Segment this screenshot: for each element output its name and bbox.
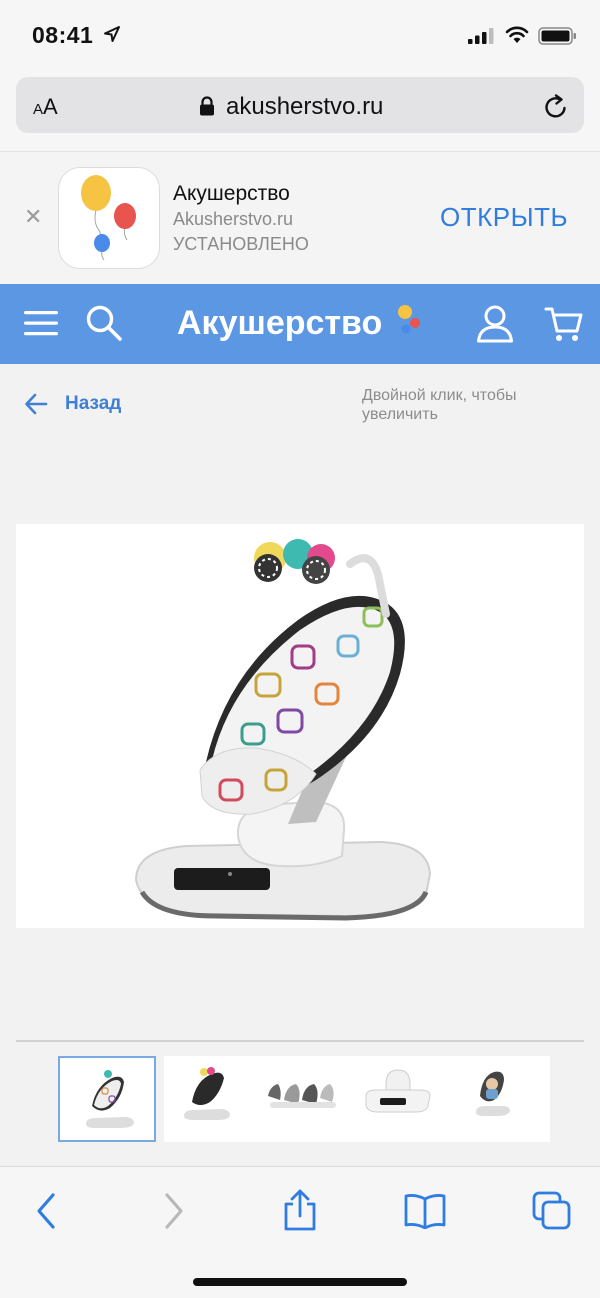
back-arrow-icon[interactable] — [24, 392, 48, 416]
thumbnail-swing-colors[interactable] — [260, 1056, 358, 1142]
back-label[interactable]: Назад — [65, 393, 121, 415]
user-account-icon[interactable] — [476, 304, 514, 344]
battery-icon — [538, 27, 576, 45]
url-domain[interactable]: akusherstvo.ru — [226, 93, 383, 121]
thumbnail-strip — [58, 1056, 550, 1142]
app-icon — [58, 167, 160, 269]
home-indicator[interactable] — [193, 1278, 407, 1286]
app-name: Акушерство — [173, 182, 290, 205]
zoom-hint: Двойной клик, чтобы увеличить — [362, 387, 517, 423]
open-app-button[interactable]: ОТКРЫТЬ — [440, 202, 568, 233]
baby-swing-image — [134, 539, 432, 921]
share-icon[interactable] — [282, 1189, 318, 1231]
thumbnail-image — [68, 1066, 148, 1134]
text-size-button[interactable]: AA — [33, 94, 58, 120]
thumbnail-image — [358, 1060, 438, 1124]
thumbnail-swing-side[interactable] — [164, 1056, 262, 1142]
balloons-icon — [81, 175, 136, 261]
thumbnail-swing-front[interactable] — [58, 1056, 156, 1142]
site-header: Акушерство — [0, 284, 600, 364]
tabs-icon[interactable] — [532, 1191, 572, 1231]
thumbnail-image — [454, 1060, 530, 1124]
back-nav-icon[interactable] — [34, 1191, 58, 1231]
browser-address-area: AA akusherstvo.ru — [0, 74, 600, 152]
browser-toolbar — [0, 1166, 600, 1298]
gallery-divider — [16, 1040, 584, 1042]
bookmarks-icon[interactable] — [404, 1193, 446, 1229]
main-product-image[interactable] — [16, 524, 584, 928]
close-icon[interactable]: ✕ — [24, 204, 42, 230]
smart-app-banner: ✕ Акушерство Akusherstvo.ru УСТАНОВЛЕНО … — [0, 152, 600, 284]
status-time: 08:41 — [32, 22, 94, 48]
site-logo[interactable]: Акушерство — [177, 304, 382, 343]
thumbnail-swing-base[interactable] — [356, 1056, 454, 1142]
hamburger-menu-icon[interactable] — [24, 307, 58, 339]
app-site: Akusherstvo.ru — [173, 209, 294, 229]
location-arrow-icon — [104, 26, 120, 42]
forward-nav-icon[interactable] — [162, 1191, 186, 1231]
thumbnail-image — [166, 1058, 242, 1124]
logo-dots-icon — [398, 305, 420, 334]
lock-icon — [200, 96, 214, 116]
thumbnail-swing-baby[interactable] — [452, 1056, 550, 1142]
wifi-icon — [505, 26, 529, 43]
cellular-signal-icon — [468, 28, 494, 44]
shopping-cart-icon[interactable] — [544, 304, 584, 344]
thumbnail-image — [262, 1060, 342, 1124]
search-icon[interactable] — [85, 304, 123, 342]
reload-icon[interactable] — [542, 93, 570, 121]
address-bar[interactable]: AA akusherstvo.ru — [16, 77, 584, 133]
product-gallery: Назад Двойной клик, чтобы увеличить — [0, 364, 600, 1166]
app-install-status: УСТАНОВЛЕНО — [173, 234, 309, 254]
status-bar: 08:41 — [0, 0, 600, 74]
